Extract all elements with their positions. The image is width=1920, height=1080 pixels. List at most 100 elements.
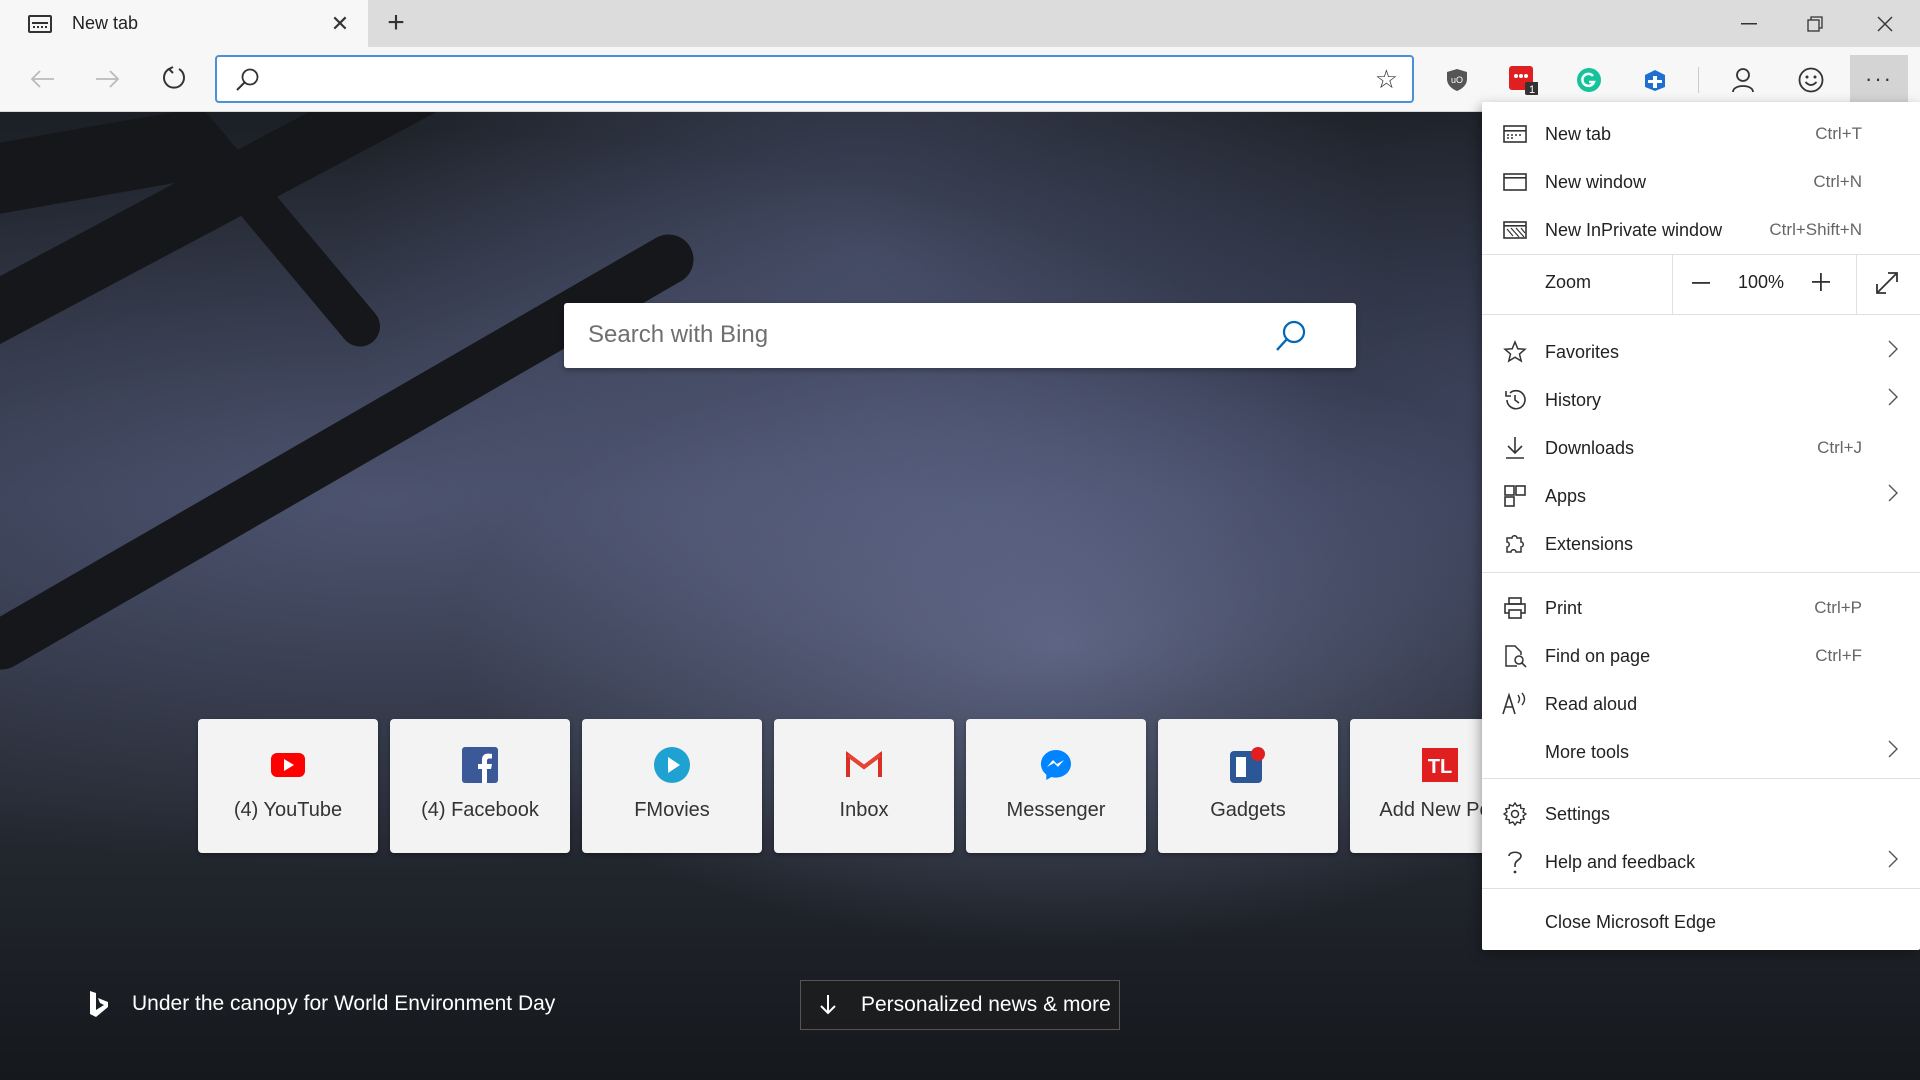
menu-item-new-window[interactable]: New window Ctrl+N — [1482, 158, 1920, 206]
refresh-icon — [163, 66, 185, 89]
bing-search-input[interactable] — [588, 317, 1268, 353]
profile-button[interactable] — [1728, 65, 1758, 95]
menu-item-history[interactable]: History — [1482, 376, 1920, 424]
tab-bar: New tab ✕ + — [0, 0, 1920, 47]
top-site-tile-facebook[interactable]: (4) Facebook — [390, 719, 570, 853]
refresh-button[interactable] — [152, 57, 196, 101]
menu-item-new-inprivate-window[interactable]: New InPrivate window Ctrl+Shift+N — [1482, 206, 1920, 254]
todo-extension-icon[interactable]: 1 — [1508, 65, 1538, 96]
menu-item-more-tools[interactable]: More tools — [1482, 728, 1920, 776]
top-site-tile-youtube[interactable]: (4) YouTube — [198, 719, 378, 853]
svg-text:TL: TL — [1428, 756, 1452, 778]
fmovies-icon — [652, 745, 692, 785]
top-site-tile-gadgets[interactable]: Gadgets — [1158, 719, 1338, 853]
more-icon: ··· — [1865, 66, 1893, 91]
favorite-star-icon[interactable]: ☆ — [1375, 64, 1398, 95]
inprivate-icon — [1502, 218, 1528, 242]
menu-item-print[interactable]: Print Ctrl+P — [1482, 584, 1920, 632]
search-icon[interactable] — [1274, 319, 1308, 353]
fullscreen-icon — [1876, 272, 1898, 294]
background-caption[interactable]: Under the canopy for World Environment D… — [88, 990, 555, 1018]
zoom-in-button[interactable] — [1812, 266, 1830, 298]
puzzle-icon — [1502, 532, 1528, 556]
menu-item-extensions[interactable]: Extensions — [1482, 520, 1920, 568]
zoom-divider — [1856, 254, 1857, 314]
chevron-right-icon — [1888, 740, 1898, 764]
profile-icon — [1732, 68, 1754, 93]
grammarly-icon[interactable] — [1574, 65, 1604, 95]
top-site-tile-messenger[interactable]: Messenger — [966, 719, 1146, 853]
menu-item-new-tab[interactable]: New tab Ctrl+T — [1482, 110, 1920, 158]
minimize-icon — [1741, 22, 1757, 24]
back-button[interactable] — [20, 57, 64, 101]
history-icon — [1502, 388, 1528, 412]
close-window-button[interactable] — [1852, 0, 1918, 47]
menu-separator — [1482, 572, 1920, 573]
tile-label: FMovies — [634, 799, 710, 821]
facebook-icon — [460, 745, 500, 785]
feedback-button[interactable] — [1796, 65, 1826, 95]
bing-search-box[interactable] — [564, 303, 1356, 368]
ublock-icon[interactable]: uO — [1442, 65, 1472, 95]
minimize-button[interactable] — [1716, 0, 1782, 47]
smiley-icon — [1798, 67, 1824, 93]
menu-item-find-on-page[interactable]: Find on page Ctrl+F — [1482, 632, 1920, 680]
messenger-icon — [1036, 745, 1076, 785]
chevron-right-icon — [1888, 850, 1898, 874]
minus-icon — [1692, 282, 1710, 284]
svg-text:uO: uO — [1451, 75, 1463, 85]
close-tab-icon[interactable]: ✕ — [328, 11, 352, 37]
menu-item-settings[interactable]: Settings — [1482, 790, 1920, 838]
bing-logo-icon — [90, 991, 108, 1017]
menu-separator — [1482, 778, 1920, 779]
tab-title: New tab — [72, 13, 139, 33]
forward-button[interactable] — [86, 57, 130, 101]
menu-item-help-and-feedback[interactable]: Help and feedback — [1482, 838, 1920, 886]
tile-label: Gadgets — [1210, 799, 1286, 821]
top-site-tile-fmovies[interactable]: FMovies — [582, 719, 762, 853]
address-input[interactable] — [273, 65, 1333, 93]
fullscreen-button[interactable] — [1874, 270, 1900, 301]
gadgets-icon — [1228, 745, 1268, 785]
extension-icon[interactable] — [1640, 65, 1670, 95]
address-bar[interactable]: ☆ — [215, 55, 1414, 103]
back-arrow-icon — [30, 70, 54, 88]
restore-button[interactable] — [1782, 0, 1848, 47]
menu-separator — [1482, 314, 1920, 315]
top-site-tile-inbox[interactable]: Inbox — [774, 719, 954, 853]
caption-text: Under the canopy for World Environment D… — [132, 992, 556, 1015]
svg-text:1: 1 — [1529, 84, 1535, 96]
menu-item-read-aloud[interactable]: Read aloud — [1482, 680, 1920, 728]
tab-new-tab[interactable]: New tab ✕ — [0, 0, 368, 47]
search-icon — [236, 68, 259, 91]
new-window-icon — [1502, 170, 1528, 194]
menu-item-favorites[interactable]: Favorites — [1482, 328, 1920, 376]
tile-label: Messenger — [1006, 799, 1106, 821]
menu-item-downloads[interactable]: Downloads Ctrl+J — [1482, 424, 1920, 472]
tile-label: (4) Facebook — [421, 799, 539, 821]
gmail-icon — [844, 745, 884, 785]
read-aloud-icon — [1502, 692, 1528, 716]
help-icon — [1502, 850, 1528, 874]
personalized-news-button[interactable]: Personalized news & more — [800, 980, 1120, 1030]
star-icon — [1502, 340, 1528, 364]
new-tab-button[interactable]: + — [378, 6, 414, 40]
tl-icon: TL — [1420, 745, 1460, 785]
settings-and-more-button[interactable]: ··· — [1850, 55, 1908, 103]
toolbar-separator — [1698, 67, 1699, 93]
chevron-right-icon — [1888, 484, 1898, 508]
printer-icon — [1502, 596, 1528, 620]
top-sites: (4) YouTube (4) Facebook FMovies Inbox M… — [198, 719, 1530, 853]
plus-icon — [1812, 273, 1830, 291]
menu-zoom-row: Zoom 100% — [1482, 254, 1920, 314]
menu-item-apps[interactable]: Apps — [1482, 472, 1920, 520]
youtube-icon — [268, 745, 308, 785]
tile-label: (4) YouTube — [233, 799, 343, 821]
zoom-out-button[interactable] — [1692, 268, 1710, 299]
zoom-divider — [1672, 254, 1673, 314]
zoom-label: Zoom — [1545, 272, 1592, 292]
menu-item-close-edge[interactable]: Close Microsoft Edge — [1482, 898, 1920, 946]
settings-and-more-menu: New tab Ctrl+T New window Ctrl+N New InP… — [1482, 102, 1920, 950]
close-icon — [1877, 16, 1893, 31]
gear-icon — [1502, 802, 1528, 826]
